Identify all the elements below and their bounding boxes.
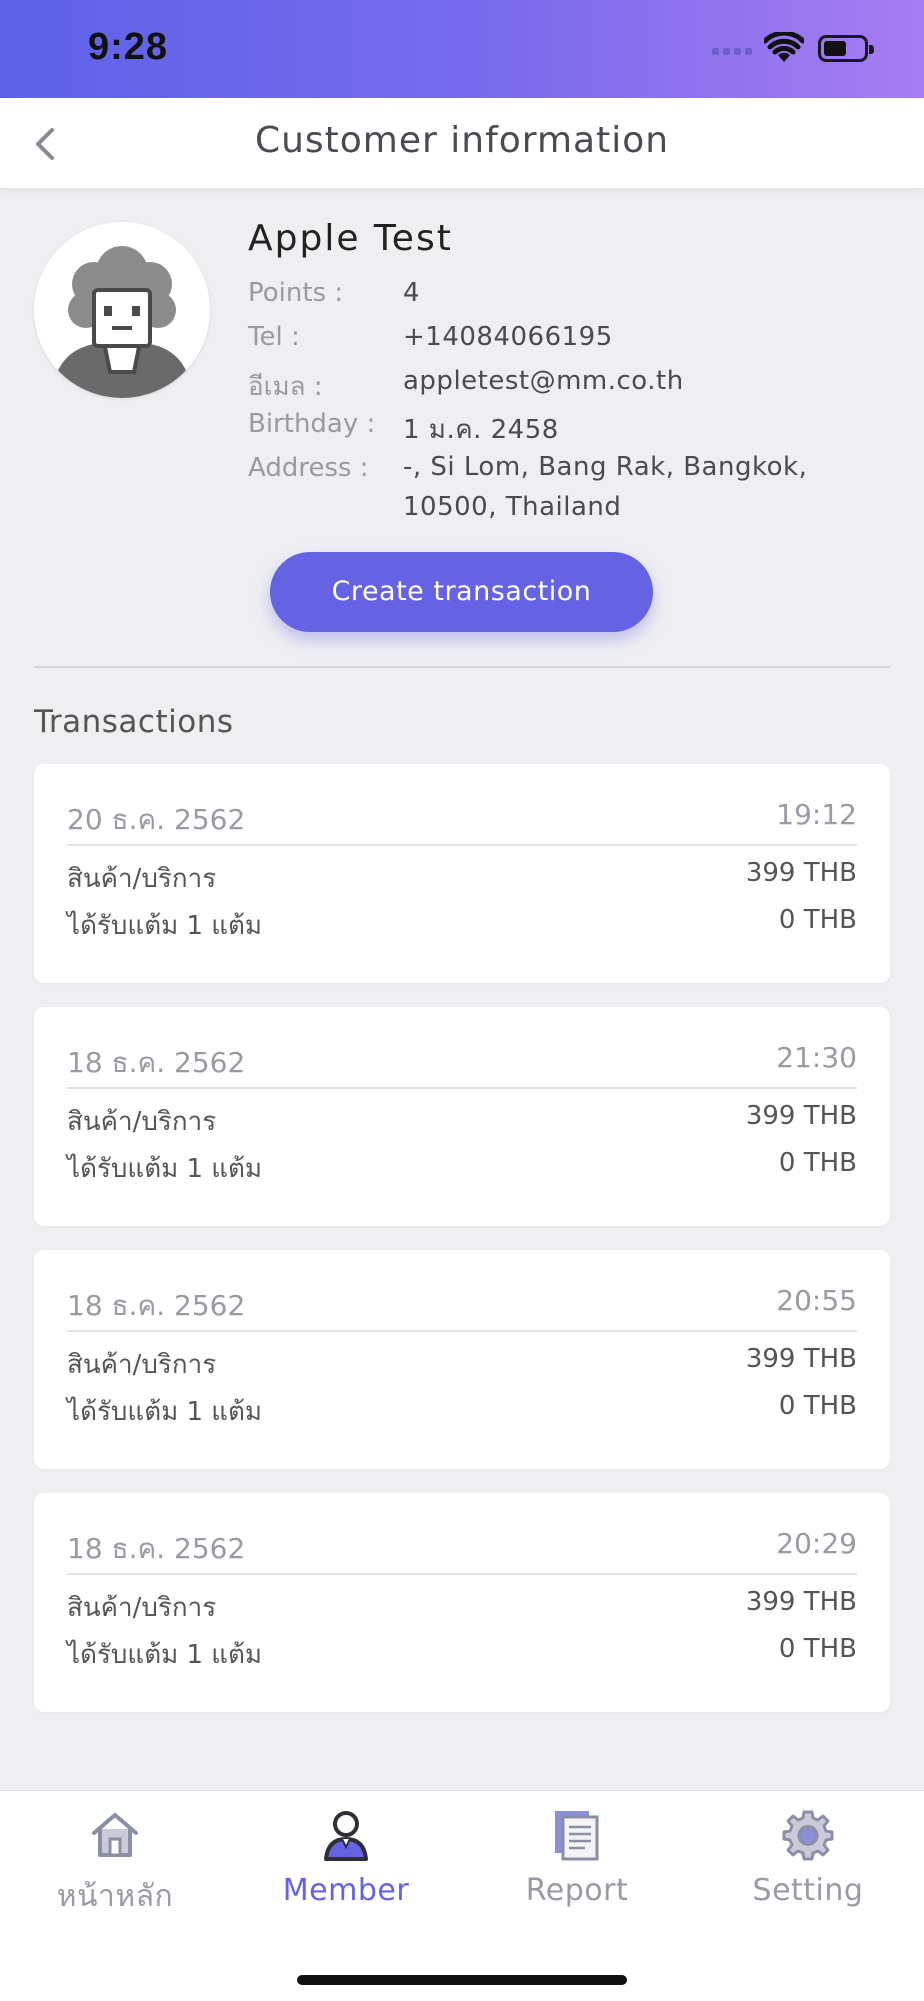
transaction-card[interactable]: 20 ธ.ค. 2562 19:12 สินค้า/บริการ 399 THB… xyxy=(34,764,890,983)
tab-home[interactable]: หน้าหลัก xyxy=(25,1809,205,1919)
points-value: 4 xyxy=(403,278,421,308)
document-icon xyxy=(555,1811,599,1861)
item-amount: 399 THB xyxy=(745,1344,857,1374)
tel-value: +14084066195 xyxy=(403,322,613,352)
signal-icon xyxy=(712,48,754,58)
home-icon xyxy=(92,1813,138,1857)
points-label: Points : xyxy=(248,278,344,308)
transactions-title: Transactions xyxy=(34,704,234,740)
transaction-time: 21:30 xyxy=(776,1041,857,1074)
transaction-time: 20:29 xyxy=(776,1527,857,1560)
card-divider xyxy=(67,844,857,846)
transaction-time: 20:55 xyxy=(776,1284,857,1317)
tab-setting[interactable]: Setting xyxy=(718,1809,898,1919)
item-amount: 399 THB xyxy=(745,1587,857,1617)
home-indicator xyxy=(297,1975,627,1985)
card-divider xyxy=(67,1573,857,1575)
points-amount: 0 THB xyxy=(778,1148,857,1178)
transaction-date: 18 ธ.ค. 2562 xyxy=(67,1289,246,1322)
navigation-bar: Customer information xyxy=(0,98,924,188)
status-time: 9:28 xyxy=(88,26,169,68)
tab-home-label: หน้าหลัก xyxy=(56,1879,174,1914)
item-label: สินค้า/บริการ xyxy=(67,864,217,894)
tab-report[interactable]: Report xyxy=(487,1809,667,1919)
divider xyxy=(34,666,890,668)
points-amount: 0 THB xyxy=(778,1391,857,1421)
gear-icon xyxy=(782,1810,834,1861)
status-bar: 9:28 xyxy=(0,0,924,98)
points-amount: 0 THB xyxy=(778,1634,857,1664)
email-value: appletest@mm.co.th xyxy=(403,366,684,396)
tab-report-label: Report xyxy=(525,1873,629,1908)
card-divider xyxy=(67,1330,857,1332)
person-icon xyxy=(324,1811,368,1861)
item-amount: 399 THB xyxy=(745,1101,857,1131)
tab-member-label: Member xyxy=(282,1873,410,1908)
transaction-card[interactable]: 18 ธ.ค. 2562 21:30 สินค้า/บริการ 399 THB… xyxy=(34,1007,890,1226)
points-earned-label: ได้รับแต้ม 1 แต้ม xyxy=(67,911,263,941)
transaction-date: 20 ธ.ค. 2562 xyxy=(67,803,246,836)
avatar xyxy=(34,222,210,398)
birthday-label: Birthday : xyxy=(248,409,376,439)
points-earned-label: ได้รับแต้ม 1 แต้ม xyxy=(67,1640,263,1670)
address-value: -, Si Lom, Bang Rak, Bangkok, 10500, Tha… xyxy=(403,452,808,522)
wifi-icon xyxy=(764,32,804,62)
email-label: อีเมล : xyxy=(248,372,323,402)
tab-setting-label: Setting xyxy=(752,1873,864,1908)
create-transaction-button[interactable]: Create transaction xyxy=(270,552,653,632)
transaction-date: 18 ธ.ค. 2562 xyxy=(67,1532,246,1565)
transaction-date: 18 ธ.ค. 2562 xyxy=(67,1046,246,1079)
transaction-time: 19:12 xyxy=(776,798,857,831)
address-label: Address : xyxy=(248,453,369,483)
tab-member[interactable]: Member xyxy=(256,1809,436,1919)
points-earned-label: ได้รับแต้ม 1 แต้ม xyxy=(67,1397,263,1427)
tel-label: Tel : xyxy=(248,322,300,352)
points-earned-label: ได้รับแต้ม 1 แต้ม xyxy=(67,1154,263,1184)
item-label: สินค้า/บริการ xyxy=(67,1107,217,1137)
tab-bar: หน้าหลัก Member Report Setting xyxy=(0,1790,924,2001)
page-title: Customer information xyxy=(254,120,670,161)
points-amount: 0 THB xyxy=(778,905,857,935)
item-amount: 399 THB xyxy=(745,858,857,888)
item-label: สินค้า/บริการ xyxy=(67,1593,217,1623)
item-label: สินค้า/บริการ xyxy=(67,1350,217,1380)
transaction-card[interactable]: 18 ธ.ค. 2562 20:55 สินค้า/บริการ 399 THB… xyxy=(34,1250,890,1469)
birthday-value: 1 ม.ค. 2458 xyxy=(403,415,559,445)
customer-name: Apple Test xyxy=(248,218,453,259)
battery-icon xyxy=(818,35,874,62)
transaction-card[interactable]: 18 ธ.ค. 2562 20:29 สินค้า/บริการ 399 THB… xyxy=(34,1493,890,1712)
card-divider xyxy=(67,1087,857,1089)
